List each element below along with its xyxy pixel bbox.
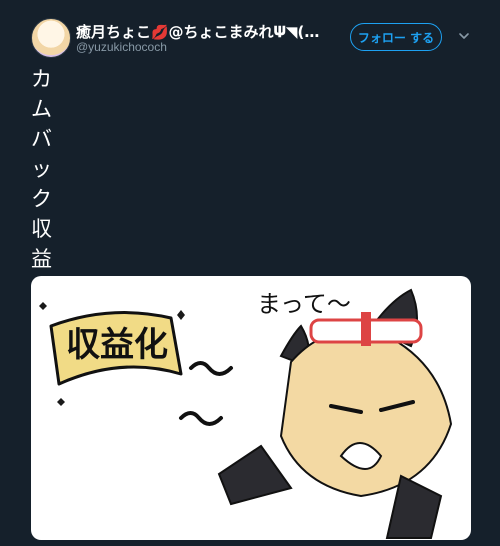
follow-button[interactable]: フォロー する — [350, 23, 442, 51]
tweet-media-image[interactable]: 収益化 まって〜 — [31, 276, 471, 540]
income-banner: 収益化 — [49, 311, 183, 386]
display-name[interactable]: 癒月ちょこ💋@ちょこまみれ𝚿◥(□... — [76, 21, 331, 42]
chevron-down-icon[interactable] — [456, 28, 472, 44]
display-name-text: 癒月ちょこ — [76, 22, 152, 41]
squiggle — [189, 361, 233, 376]
user-name-row[interactable]: 癒月ちょこ💋@ちょこまみれ𝚿◥(□... — [76, 20, 336, 42]
avatar[interactable] — [31, 18, 71, 58]
display-name-suffix: @ちょこまみれ𝚿◥(□... — [168, 22, 331, 41]
tweet-header: 癒月ちょこ💋@ちょこまみれ𝚿◥(□... @yuzukichococh フォロー… — [0, 0, 500, 70]
follow-button-label: フォロー する — [357, 30, 435, 45]
banner-text: 収益化 — [66, 325, 168, 365]
user-handle[interactable]: @yuzukichococh — [76, 40, 167, 54]
kiss-mark-icon: 💋 — [151, 24, 169, 41]
tweet-text: カムバック収益化 — [31, 67, 52, 301]
character-drawing — [217, 288, 453, 539]
squiggle — [179, 411, 223, 426]
speech-text: まって〜 — [257, 290, 351, 318]
